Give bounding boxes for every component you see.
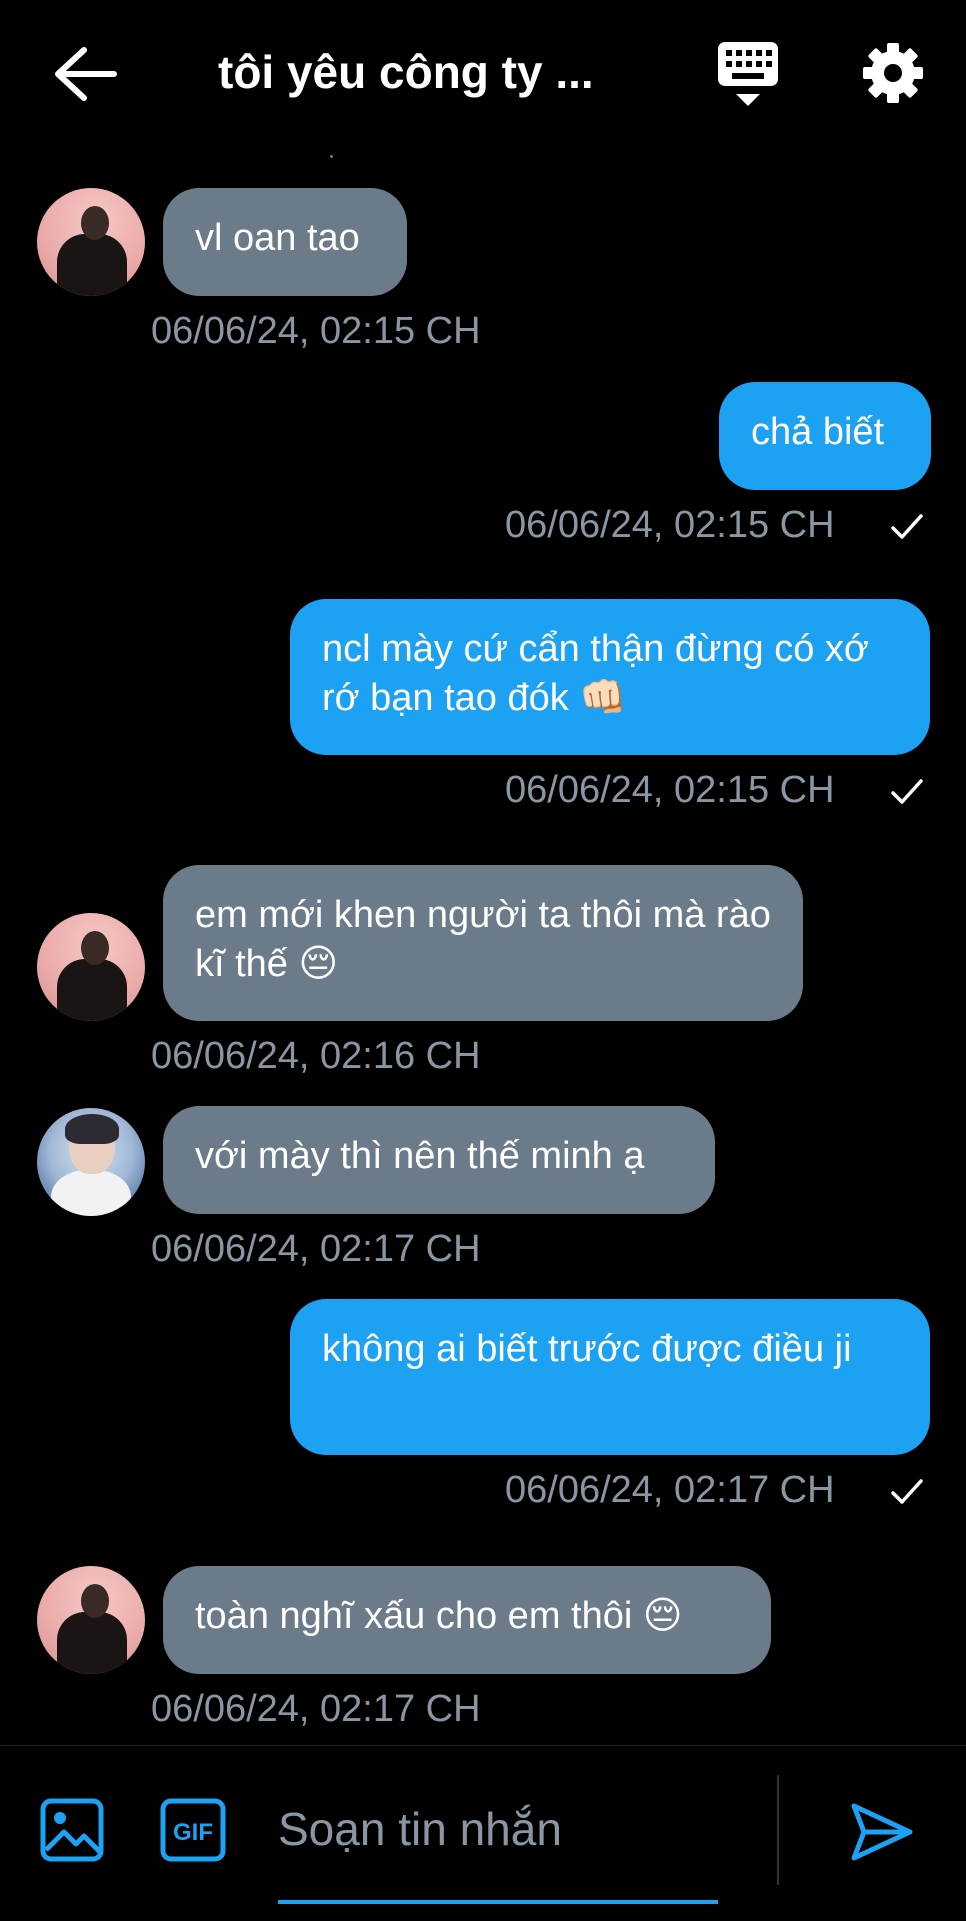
- message-bubble-incoming[interactable]: với mày thì nên thế minh ạ: [163, 1106, 715, 1214]
- message-timestamp: 06/06/24, 02:17 CH: [505, 1469, 835, 1511]
- scroll-indicator: [330, 155, 333, 158]
- message-timestamp: 06/06/24, 02:15 CH: [505, 504, 835, 546]
- message-text: em mới khen người ta thôi mà rào kĩ thế …: [195, 894, 771, 985]
- sent-check-icon: [891, 1479, 923, 1504]
- header-bar: tôi yêu công ty ...: [0, 0, 966, 150]
- send-icon[interactable]: [850, 1800, 914, 1864]
- avatar[interactable]: [37, 913, 145, 1021]
- conversation-title: tôi yêu công ty ...: [218, 46, 594, 98]
- message-text: vl oan tao: [195, 217, 360, 259]
- gif-button[interactable]: GIF: [160, 1798, 226, 1862]
- message-text: chả biết: [751, 411, 885, 453]
- message-text: ncl mày cứ cẩn thận đừng có xớ rớ bạn ta…: [322, 628, 869, 719]
- message-text: với mày thì nên thế minh ạ: [195, 1135, 645, 1177]
- input-underline: [278, 1900, 718, 1904]
- message-bubble-incoming[interactable]: em mới khen người ta thôi mà rào kĩ thế …: [163, 865, 803, 1021]
- image-icon[interactable]: [40, 1798, 104, 1862]
- gif-label: GIF: [173, 1819, 213, 1846]
- message-text: không ai biết trước được điều ji: [322, 1328, 852, 1370]
- message-input[interactable]: [278, 1802, 698, 1856]
- avatar[interactable]: [37, 188, 145, 296]
- message-timestamp: 06/06/24, 02:15 CH: [505, 769, 835, 811]
- message-bubble-incoming[interactable]: vl oan tao: [163, 188, 407, 296]
- message-timestamp: 06/06/24, 02:16 CH: [151, 1035, 481, 1077]
- message-bubble-outgoing[interactable]: ncl mày cứ cẩn thận đừng có xớ rớ bạn ta…: [290, 599, 930, 755]
- arrow-left-icon[interactable]: [50, 44, 120, 104]
- keyboard-icon[interactable]: [716, 40, 780, 108]
- message-bubble-incoming[interactable]: toàn nghĩ xấu cho em thôi 😔: [163, 1566, 771, 1674]
- message-timestamp: 06/06/24, 02:17 CH: [151, 1228, 481, 1270]
- message-timestamp: 06/06/24, 02:15 CH: [151, 310, 481, 352]
- message-timestamp: 06/06/24, 02:17 CH: [151, 1688, 481, 1730]
- sent-check-icon: [891, 514, 923, 539]
- composer-divider: [777, 1775, 779, 1885]
- message-bubble-outgoing[interactable]: không ai biết trước được điều ji: [290, 1299, 930, 1455]
- gear-icon[interactable]: [862, 42, 924, 104]
- avatar[interactable]: [37, 1108, 145, 1216]
- message-text: toàn nghĩ xấu cho em thôi 😔: [195, 1595, 683, 1637]
- avatar[interactable]: [37, 1566, 145, 1674]
- message-bubble-outgoing[interactable]: chả biết: [719, 382, 931, 490]
- sent-check-icon: [891, 779, 923, 804]
